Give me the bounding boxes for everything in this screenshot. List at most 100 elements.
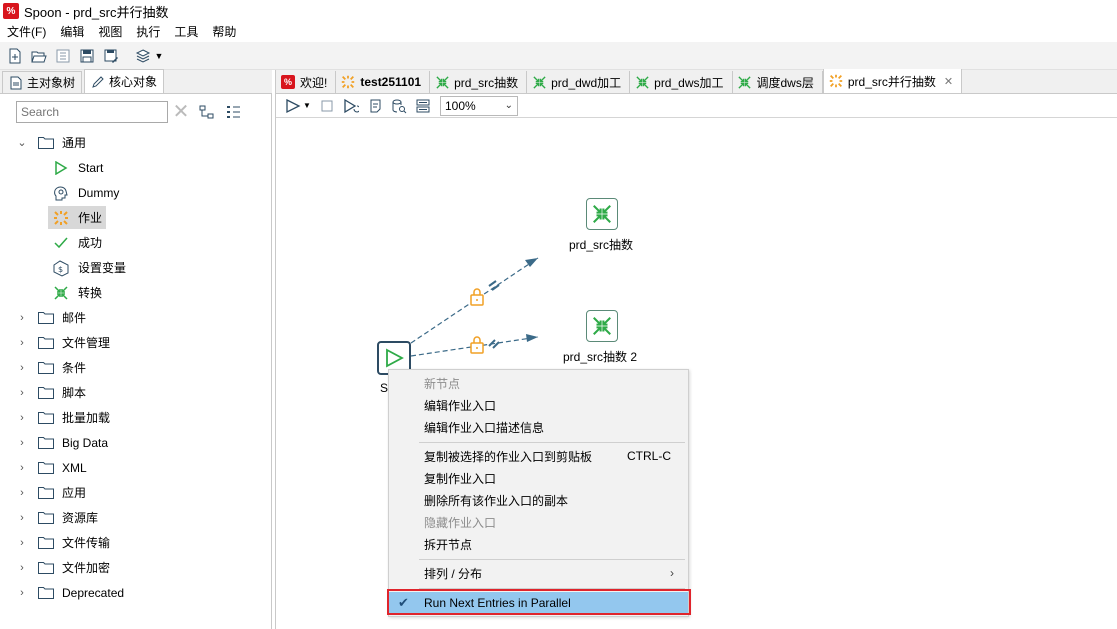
search-input[interactable] [16,101,168,123]
menu-item-label: 排列 / 分布 [424,566,483,581]
tab-test251101[interactable]: test251101 [336,71,431,93]
menu-run[interactable]: 执行 [129,22,167,42]
stop-button[interactable] [316,95,338,117]
expand-tree-icon[interactable] [224,103,242,121]
editor-toolbar: ▼ 100% ⌄ [276,94,1117,118]
tree-folder-utility[interactable]: › 应用 [0,480,272,505]
tree-folder-conditions[interactable]: › 条件 [0,355,272,380]
menu-item-delete-copies[interactable]: 删除所有该作业入口的副本 [389,489,688,511]
chevron-right-icon[interactable]: › [16,537,28,549]
chevron-right-icon[interactable]: › [16,337,28,349]
layers-dropdown-button[interactable]: ▼ [132,45,166,67]
folder-icon [38,137,54,149]
zoom-select[interactable]: 100% ⌄ [440,95,518,116]
tab-prd-dws[interactable]: prd_dws加工 [630,71,733,93]
tree-folder-repository[interactable]: › 资源库 [0,505,272,530]
menu-view[interactable]: 视图 [91,22,129,42]
folder-icon [38,462,54,474]
tab-prd-src-parallel[interactable]: prd_src并行抽数 ✕ [822,69,963,93]
tree-folder-label: 条件 [62,361,87,375]
dummy-head-icon [52,184,70,202]
clear-search-icon[interactable]: ✕ [172,102,190,122]
close-tab-icon[interactable]: ✕ [944,75,953,88]
chevron-right-icon[interactable]: › [16,312,28,324]
explore-icon [56,49,70,62]
tab-prd-dwd[interactable]: prd_dwd加工 [527,71,631,93]
chevron-down-icon[interactable]: ⌄ [16,136,28,149]
tree-folder-file-management[interactable]: › 文件管理 [0,330,272,355]
explore-repo-button[interactable] [52,45,74,67]
tab-core-objects[interactable]: 核心对象 [84,69,165,93]
save-button[interactable] [76,45,98,67]
start-icon [386,348,404,368]
tab-welcome[interactable]: % 欢迎! [276,71,337,93]
tree-folder-file-encryption[interactable]: › 文件加密 [0,555,272,580]
tab-label: prd_dws加工 [654,75,724,90]
core-objects-tree: ⌄ 通用 Start Dummy 作业 成功 $ 设置变量 转换 › 邮件 › … [0,130,272,605]
folder-icon [38,387,54,399]
menu-item-edit-description[interactable]: 编辑作业入口描述信息 [389,416,688,438]
transform-node-2[interactable] [586,310,618,342]
run-button[interactable]: ▼ [282,95,314,117]
tree-folder-bulk-loading[interactable]: › 批量加载 [0,405,272,430]
menu-item-label: 编辑作业入口 [424,398,497,413]
tree-item-start[interactable]: Start [0,155,272,180]
tree-item-dummy[interactable]: Dummy [0,180,272,205]
explore-db-button[interactable] [412,95,434,117]
tab-prd-src[interactable]: prd_src抽数 [430,71,528,93]
menu-item-copy-to-clipboard[interactable]: 复制被选择的作业入口到剪贴板 CTRL-C [389,445,688,467]
chevron-right-icon[interactable]: › [16,412,28,424]
tree-folder-file-transfer[interactable]: › 文件传输 [0,530,272,555]
menu-help[interactable]: 帮助 [205,22,243,42]
play-icon [286,98,301,113]
tree-item-success[interactable]: 成功 [0,230,272,255]
pencil-icon [92,75,104,88]
tab-schedule-dws[interactable]: 调度dws层 [732,71,823,93]
open-file-button[interactable] [28,45,50,67]
collapse-tree-icon[interactable] [198,103,216,121]
chevron-right-icon[interactable]: › [16,462,28,474]
new-file-button[interactable] [4,45,26,67]
tree-folder-deprecated[interactable]: › Deprecated [0,580,272,605]
menu-tools[interactable]: 工具 [167,22,205,42]
tree-folder-mail[interactable]: › 邮件 [0,305,272,330]
chevron-right-icon[interactable]: › [16,587,28,599]
title-bar: % Spoon - prd_src并行抽数 [0,0,1117,22]
menu-item-detach-node[interactable]: 拆开节点 [389,533,688,555]
transform-node-2-label: prd_src抽数 2 [563,350,638,364]
tree-item-set-variables[interactable]: $ 设置变量 [0,255,272,280]
tab-main-object-tree[interactable]: 主对象树 [2,71,83,93]
chevron-right-icon[interactable]: › [16,437,28,449]
job-icon [52,209,70,227]
tree-item-label: Start [78,160,104,175]
tree-folder-big-data[interactable]: › Big Data [0,430,272,455]
chevron-right-icon[interactable]: › [16,362,28,374]
tab-label: prd_dwd加工 [551,75,622,90]
chevron-right-icon[interactable]: › [16,562,28,574]
tree-folder-xml[interactable]: › XML [0,455,272,480]
job-icon [340,74,356,90]
chevron-down-icon: ▼ [154,50,164,61]
folder-icon [38,512,54,524]
menu-edit[interactable]: 编辑 [53,22,91,42]
tree-folder-scripting[interactable]: › 脚本 [0,380,272,405]
transform-icon [531,74,547,90]
chevron-right-icon[interactable]: › [16,487,28,499]
chevron-right-icon[interactable]: › [16,512,28,524]
save-as-button[interactable] [100,45,122,67]
replay-button[interactable] [340,95,362,117]
menu-file[interactable]: 文件(F) [0,22,53,42]
sql-button[interactable] [388,95,410,117]
tree-item-job[interactable]: 作业 [0,205,272,230]
menu-item-edit-entry[interactable]: 编辑作业入口 [389,394,688,416]
server-icon [416,99,430,112]
menu-item-copy-entry[interactable]: 复制作业入口 [389,467,688,489]
menu-item-arrange[interactable]: 排列 / 分布 › [389,562,688,584]
tree-folder-general[interactable]: ⌄ 通用 [0,130,272,155]
tree-item-transform[interactable]: 转换 [0,280,272,305]
transform-node-1[interactable] [586,198,618,230]
folder-icon [38,312,54,324]
transform-icon [593,317,611,335]
chevron-right-icon[interactable]: › [16,387,28,399]
verify-button[interactable] [364,95,386,117]
